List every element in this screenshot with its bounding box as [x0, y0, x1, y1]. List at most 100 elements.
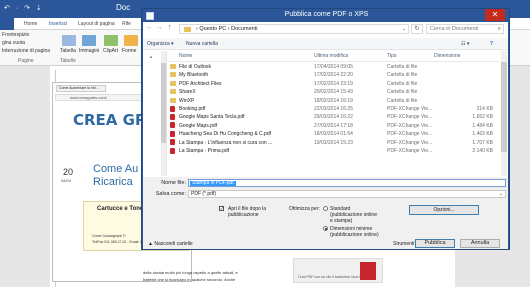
file-row[interactable]: La Stampa - L'influenza non si cura con …	[169, 139, 499, 147]
ribbon-images[interactable]: Immagini	[79, 48, 99, 54]
file-modified: 17/02/2014 22:20	[314, 72, 353, 79]
pdf-ad-box: Crea PDF con un clic e trasforma i tuoi …	[293, 258, 383, 283]
file-row[interactable]: Huacheng Sea Di Hu Congcheng & C.pdf 18/0…	[169, 130, 499, 138]
document-text: della durata molto più lunga rispetto a …	[143, 270, 238, 275]
ribbon-shapes[interactable]: Forme	[122, 48, 136, 54]
file-modified: 29/03/2014 16:22	[314, 114, 353, 121]
ribbon-page-break[interactable]: Interruzione di pagina	[2, 48, 50, 54]
file-type: PDF-XChange Vie...	[387, 122, 433, 129]
file-row[interactable]: Booking.pdf 22/03/2014 16:25 PDF-XChange V…	[169, 105, 499, 113]
search-input[interactable]: Cerca in Documenti ⌕	[426, 24, 504, 34]
file-row[interactable]: Google Maps Santa Tecla.pdf 29/03/2014 16…	[169, 113, 499, 121]
word-left-margin	[0, 66, 50, 287]
table-icon[interactable]	[62, 35, 76, 46]
tab-references[interactable]: Rife	[122, 21, 131, 27]
file-row[interactable]: My Bluetooth 17/02/2014 22:20 Cartella di …	[169, 71, 499, 79]
chevron-down-icon[interactable]: ⌄	[402, 25, 406, 34]
file-modified: 18/02/2014 16:19	[314, 97, 353, 104]
search-icon[interactable]: ⌕	[498, 25, 501, 34]
optimize-label: Ottimizza per:	[289, 206, 320, 212]
quick-access-toolbar[interactable]: ↶ · ↷ ⇣	[4, 4, 44, 12]
column-modified[interactable]: Ultima modifica	[314, 53, 348, 59]
file-row[interactable]: Google Maps.pdf 27/03/2014 17:18 PDF-XChan…	[169, 122, 499, 130]
ribbon-group-pages: Pagine	[18, 58, 34, 64]
document-text: batterie che si ricaricano in qualche se…	[143, 277, 236, 282]
ribbon-clipart[interactable]: ClipArt	[103, 48, 118, 54]
tab-page-layout[interactable]: Layout di pagina	[78, 21, 115, 27]
folder-icon	[170, 80, 176, 86]
navpane-scroll-thumb[interactable]	[161, 63, 166, 143]
optimize-minimum-radio[interactable]	[323, 226, 328, 231]
optimize-standard-radio[interactable]	[323, 206, 328, 211]
tab-file[interactable]	[0, 18, 14, 30]
options-button[interactable]: Opzioni...	[409, 205, 479, 215]
file-name: La Stampa - Prima.pdf	[179, 148, 230, 154]
navigation-pane[interactable]: ▲	[143, 51, 167, 176]
file-type: PDF-XChange Vie...	[387, 131, 433, 138]
file-row[interactable]: WinXP 18/02/2014 16:19 Cartella di file	[169, 97, 499, 105]
post-date-month: 08/04	[61, 178, 72, 183]
hide-folders-button[interactable]: ▲ Nascondi cartelle	[148, 241, 193, 247]
folder-icon	[170, 72, 176, 78]
pdf-file-icon	[170, 105, 175, 112]
ribbon-table[interactable]: Tabella	[60, 48, 76, 54]
filetype-value: PDF (*.pdf)	[191, 191, 217, 197]
file-modified: 22/03/2014 16:25	[314, 106, 353, 112]
file-type: Cartella di file	[387, 64, 418, 70]
file-row[interactable]: File di Outlook 17/04/2014 09:05 Cartella …	[169, 63, 499, 71]
help-icon[interactable]: ?	[490, 41, 493, 47]
file-type: Cartella di file	[387, 97, 418, 104]
file-name: File di Outlook	[179, 64, 211, 70]
folder-icon	[170, 89, 176, 95]
file-size: 1.707 KB	[472, 139, 493, 146]
file-size: 1.652 KB	[472, 114, 493, 121]
dialog-body: ← → ↑ › Questo PC › Documenti ⌄ ↻ Cerca …	[143, 22, 508, 249]
filename-input[interactable]: Stampa in PDF.pdf	[188, 179, 506, 187]
collapse-arrow-icon[interactable]: ▲	[149, 54, 153, 59]
back-arrow-icon[interactable]: ←	[146, 24, 153, 31]
folder-icon	[170, 97, 176, 103]
column-type[interactable]: Tipo	[387, 53, 397, 59]
up-arrow-icon[interactable]: ↑	[168, 24, 172, 31]
ribbon-group-tables: Tabelle	[60, 58, 76, 64]
file-row[interactable]: PDF Architect Files 17/02/2014 23:19 Carte…	[169, 80, 499, 88]
view-options-button[interactable]: ☷ ▾	[461, 41, 469, 47]
publish-button[interactable]: Pubblica	[415, 239, 455, 248]
clipart-icon[interactable]	[104, 35, 118, 46]
tab-insert[interactable]: Inserisci	[49, 21, 67, 27]
open-after-publish-label2: pubblicazione	[228, 212, 259, 218]
new-folder-button[interactable]: Nuova cartella	[186, 41, 218, 47]
ribbon-cover-page[interactable]: Frontespizio	[2, 32, 29, 38]
file-row[interactable]: La Stampa - Prima.pdf PDF-XChange Vie... 2…	[169, 147, 499, 155]
file-name: PDF Architect Files	[179, 80, 222, 87]
file-type: Cartella di file	[387, 89, 418, 96]
save-form: Nome file: Stampa in PDF.pdf Salva come:…	[143, 177, 508, 249]
close-button[interactable]: ✕	[485, 9, 505, 21]
pdf-file-icon	[170, 122, 175, 129]
forward-arrow-icon[interactable]: →	[156, 24, 163, 31]
column-size[interactable]: Dimensione	[434, 53, 460, 59]
file-name: ShareX	[179, 89, 196, 96]
refresh-icon[interactable]: ↻	[411, 24, 423, 34]
pdf-file-icon	[170, 147, 175, 154]
chevron-down-icon[interactable]: ⌄	[499, 191, 503, 198]
shapes-icon[interactable]	[124, 35, 138, 46]
open-after-publish-checkbox[interactable]: ✓	[219, 206, 224, 212]
organize-button[interactable]: Organizza ▾	[147, 41, 174, 47]
file-modified: 18/03/2014 01:54	[314, 131, 353, 138]
file-list-header: Nome Ultima modifica Tipo Dimensione	[169, 51, 499, 62]
filetype-select[interactable]: PDF (*.pdf) ⌄	[188, 190, 506, 198]
address-path: › Questo PC › Documenti	[196, 26, 258, 32]
column-name[interactable]: Nome	[179, 53, 192, 59]
tab-home[interactable]: Home	[24, 21, 37, 27]
file-type: PDF-XChange Vie...	[387, 148, 433, 154]
ribbon-blank-page[interactable]: gina vuota	[2, 40, 25, 46]
dialog-title: Pubblica come PDF o XPS	[284, 11, 369, 18]
navigation-bar: ← → ↑ › Questo PC › Documenti ⌄ ↻ Cerca …	[143, 22, 508, 37]
file-name: La Stampa - L'influenza non si cura con …	[179, 139, 273, 146]
image-icon[interactable]	[82, 35, 96, 46]
cancel-button[interactable]: Annulla	[460, 239, 500, 248]
file-list-scroll-thumb[interactable]	[501, 62, 507, 152]
address-bar[interactable]: › Questo PC › Documenti ⌄	[179, 24, 409, 34]
file-row[interactable]: ShareX 20/02/2014 15:43 Cartella di file	[169, 88, 499, 96]
